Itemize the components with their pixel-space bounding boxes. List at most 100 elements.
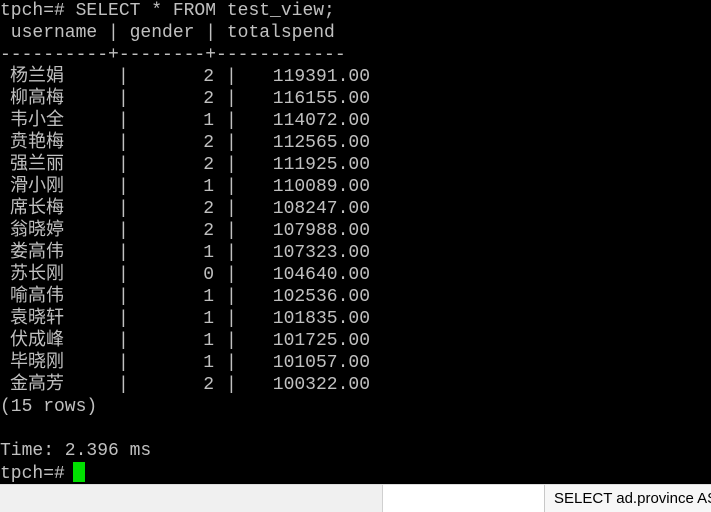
totalspend-cell: 102536.00 [272,287,370,307]
username-cell: 娄高伟 [10,243,64,263]
column-separator: | [226,199,237,219]
table-row: 伏成峰 | 1 | 101725.00 [0,330,711,352]
totalspend-cell: 101725.00 [272,331,370,351]
table-row: 柳高梅 | 2 | 116155.00 [0,88,711,110]
table-row: 滑小刚 | 1 | 110089.00 [0,176,711,198]
column-separator: | [226,133,237,153]
terminal-window[interactable]: tpch=# SELECT * FROM test_view; username… [0,0,711,484]
totalspend-cell: 119391.00 [272,67,370,87]
column-separator: | [226,243,237,263]
column-separator: | [118,353,129,373]
column-separator: | [118,309,129,329]
gender-cell: 1 [203,331,214,351]
column-separator: | [118,133,129,153]
column-separator: | [118,89,129,109]
column-separator: | [118,67,129,87]
column-separator: | [226,89,237,109]
prompt-line[interactable]: tpch=# [0,462,711,484]
gender-cell: 2 [203,155,214,175]
column-separator: | [226,155,237,175]
column-separator: | [118,199,129,219]
column-separator: | [118,177,129,197]
timing-line: Time: 2.396 ms [0,441,152,461]
column-separator: | [118,155,129,175]
column-separator: | [226,287,237,307]
column-separator: | [118,375,129,395]
column-separator: | [118,243,129,263]
column-separator: | [226,221,237,241]
taskbar-empty-slot [382,485,545,512]
table-row: 金高芳 | 2 | 100322.00 [0,374,711,396]
result-rows: 杨兰娟 | 2 | 119391.00 柳高梅 | 2 | 116155.00 韦小全 | 1 | 1140… [0,66,711,396]
table-row: 强兰丽 | 2 | 111925.00 [0,154,711,176]
totalspend-cell: 116155.00 [272,89,370,109]
table-separator: ----------+--------+------------ [0,45,346,65]
gender-cell: 2 [203,133,214,153]
gender-cell: 1 [203,309,214,329]
prompt-text: tpch=# [0,464,65,484]
row-count: (15 rows) [0,397,98,417]
table-row: 杨兰娟 | 2 | 119391.00 [0,66,711,88]
totalspend-cell: 111925.00 [272,155,370,175]
gender-cell: 2 [203,221,214,241]
table-row: 娄高伟 | 1 | 107323.00 [0,242,711,264]
totalspend-cell: 101835.00 [272,309,370,329]
totalspend-cell: 107988.00 [272,221,370,241]
gender-cell: 2 [203,375,214,395]
username-cell: 强兰丽 [10,155,64,175]
column-separator: | [118,331,129,351]
username-cell: 金高芳 [10,375,64,395]
table-row: 喻高伟 | 1 | 102536.00 [0,286,711,308]
totalspend-cell: 110089.00 [272,177,370,197]
gender-cell: 1 [203,353,214,373]
table-row: 苏长刚 | 0 | 104640.00 [0,264,711,286]
column-separator: | [118,221,129,241]
gender-cell: 2 [203,199,214,219]
totalspend-cell: 101057.00 [272,353,370,373]
table-header: username | gender | totalspend [0,23,335,43]
totalspend-cell: 104640.00 [272,265,370,285]
column-separator: | [226,353,237,373]
table-row: 毕晓刚 | 1 | 101057.00 [0,352,711,374]
totalspend-cell: 108247.00 [272,199,370,219]
column-separator: | [118,287,129,307]
column-separator: | [118,265,129,285]
username-cell: 翁晓婷 [10,221,64,241]
gender-cell: 1 [203,177,214,197]
gender-cell: 0 [203,265,214,285]
table-row: 袁晓轩 | 1 | 101835.00 [0,308,711,330]
username-cell: 滑小刚 [10,177,64,197]
username-cell: 伏成峰 [10,331,64,351]
table-row: 席长梅 | 2 | 108247.00 [0,198,711,220]
taskbar-window-button[interactable]: SELECT ad.province AS [544,485,711,512]
column-separator: | [226,265,237,285]
username-cell: 杨兰娟 [10,67,64,87]
column-separator: | [226,111,237,131]
column-separator: | [226,309,237,329]
username-cell: 喻高伟 [10,287,64,307]
table-row: 贲艳梅 | 2 | 112565.00 [0,132,711,154]
column-separator: | [226,375,237,395]
taskbar: SELECT ad.province AS [0,484,711,512]
username-cell: 贲艳梅 [10,133,64,153]
totalspend-cell: 112565.00 [272,133,370,153]
username-cell: 毕晓刚 [10,353,64,373]
column-separator: | [226,67,237,87]
column-separator: | [118,111,129,131]
text-cursor [72,462,85,482]
column-separator: | [226,177,237,197]
username-cell: 韦小全 [10,111,64,131]
totalspend-cell: 107323.00 [272,243,370,263]
username-cell: 席长梅 [10,199,64,219]
command-line: tpch=# SELECT * FROM test_view; [0,1,335,21]
gender-cell: 2 [203,89,214,109]
username-cell: 柳高梅 [10,89,64,109]
gender-cell: 1 [203,243,214,263]
column-separator: | [226,331,237,351]
table-row: 韦小全 | 1 | 114072.00 [0,110,711,132]
totalspend-cell: 100322.00 [272,375,370,395]
gender-cell: 1 [203,287,214,307]
table-row: 翁晓婷 | 2 | 107988.00 [0,220,711,242]
gender-cell: 1 [203,111,214,131]
